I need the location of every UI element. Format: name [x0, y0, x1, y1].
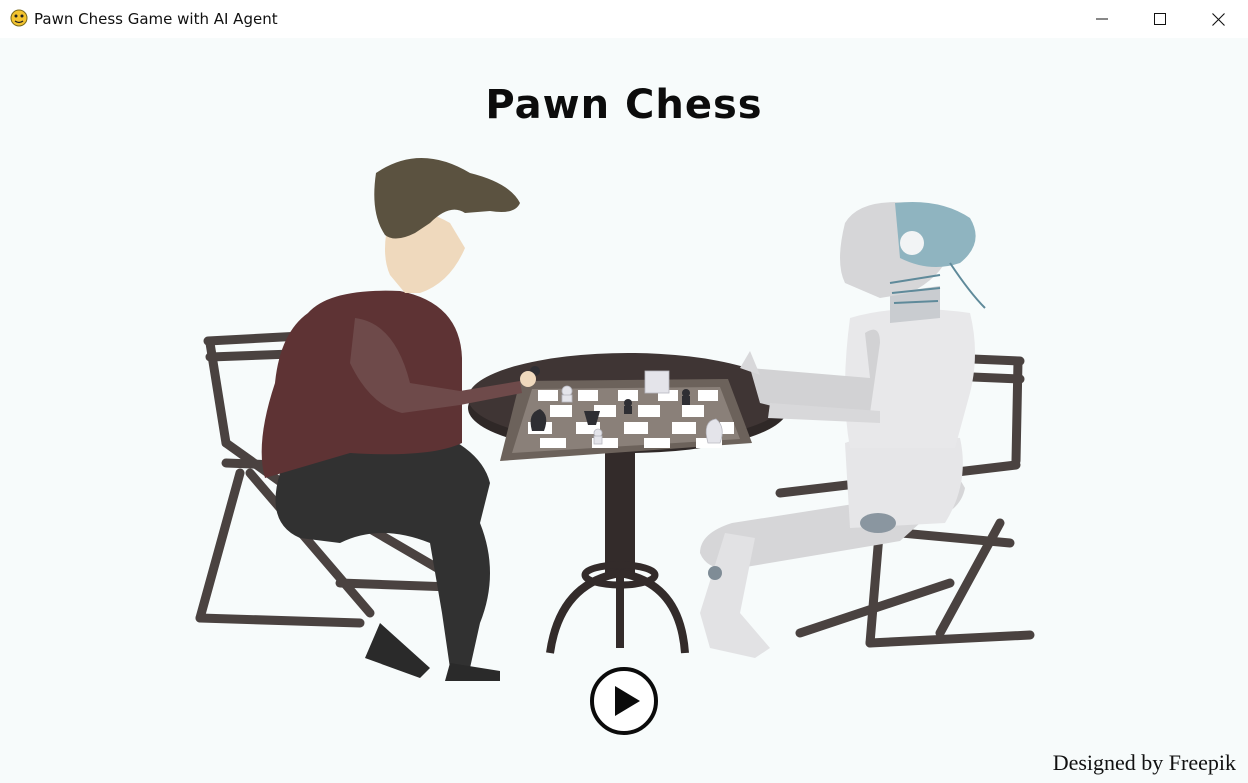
pygame-snake-icon — [9, 8, 29, 28]
person-vs-robot-chess-illustration — [195, 158, 1035, 681]
window-title: Pawn Chess Game with AI Agent — [34, 10, 278, 28]
play-icon — [590, 667, 658, 735]
maximize-button[interactable] — [1137, 0, 1183, 38]
game-canvas: Pawn Chess Designed by Freepik — [0, 38, 1248, 783]
minimize-icon — [1096, 18, 1108, 20]
close-button[interactable] — [1195, 0, 1241, 38]
close-icon — [1211, 12, 1225, 26]
game-title: Pawn Chess — [485, 82, 763, 128]
play-button[interactable] — [589, 666, 659, 736]
credit-text: Designed by Freepik — [1052, 750, 1236, 775]
window-titlebar[interactable]: Pawn Chess Game with AI Agent — [0, 0, 1248, 38]
maximize-icon — [1154, 13, 1166, 25]
minimize-button[interactable] — [1079, 0, 1125, 38]
